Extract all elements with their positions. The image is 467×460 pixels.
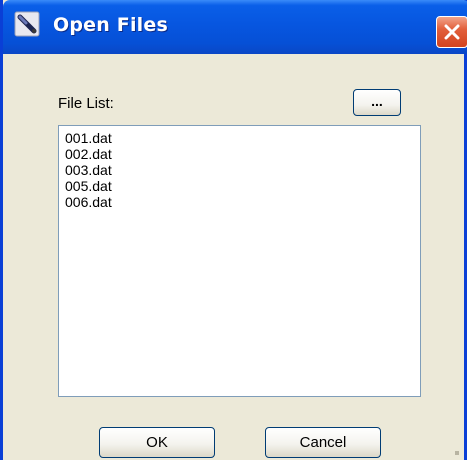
list-item[interactable]: 005.dat: [65, 178, 112, 194]
ok-button[interactable]: OK: [99, 427, 215, 458]
title-bar[interactable]: Open Files: [3, 0, 467, 54]
cancel-button[interactable]: Cancel: [265, 427, 381, 458]
browse-button[interactable]: ...: [353, 89, 401, 116]
close-button[interactable]: [436, 16, 467, 48]
list-item[interactable]: 003.dat: [65, 162, 112, 178]
close-icon: [444, 24, 460, 40]
pen-tool-icon: [14, 11, 40, 37]
window-title: Open Files: [53, 14, 168, 36]
list-item[interactable]: 002.dat: [65, 146, 112, 162]
open-files-dialog: Open Files File List: ... 001.dat 002.da…: [0, 0, 467, 460]
file-list-label: File List:: [58, 95, 114, 112]
list-item[interactable]: 001.dat: [65, 130, 112, 146]
resize-grip[interactable]: [455, 451, 459, 455]
file-listbox[interactable]: 001.dat 002.dat 003.dat 005.dat 006.dat: [58, 125, 421, 397]
list-item[interactable]: 006.dat: [65, 194, 112, 210]
